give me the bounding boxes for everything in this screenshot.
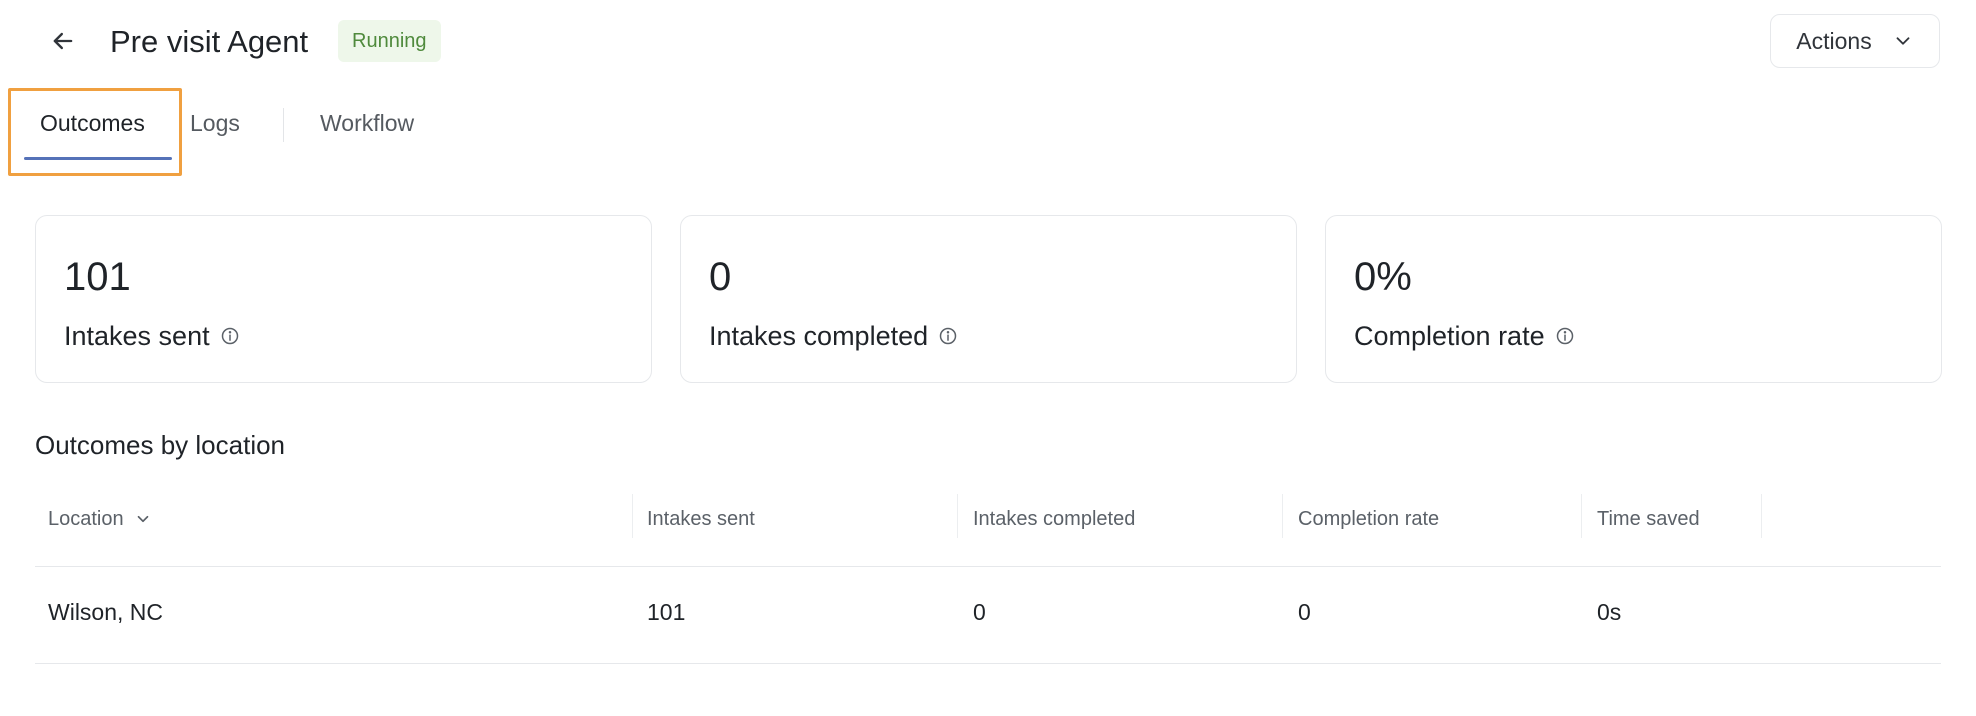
tab-divider: [283, 108, 284, 142]
column-divider: [957, 494, 958, 538]
outcomes-table: Location Intakes sent Intakes completed …: [35, 490, 1941, 664]
stat-label: Intakes completed: [709, 319, 958, 353]
cell-intakes-sent: 101: [647, 599, 686, 625]
column-divider: [632, 494, 633, 538]
arrow-left-icon: [53, 32, 73, 50]
stat-label-text: Intakes sent: [64, 321, 210, 351]
stat-label-text: Completion rate: [1354, 321, 1545, 351]
section-title: Outcomes by location: [35, 430, 286, 460]
info-icon[interactable]: [220, 326, 240, 346]
table-row[interactable]: Wilson, NC 101 0 0 0s: [35, 567, 1941, 664]
active-tab-indicator: [24, 157, 172, 160]
actions-button[interactable]: Actions: [1770, 14, 1940, 68]
column-divider: [1581, 494, 1582, 538]
info-icon[interactable]: [1555, 326, 1575, 346]
tab-workflow[interactable]: Workflow: [320, 108, 414, 138]
column-header-location[interactable]: Location: [48, 506, 152, 532]
cell-completion-rate: 0: [1298, 599, 1311, 625]
tab-logs[interactable]: Logs: [190, 108, 240, 138]
table-header: Location Intakes sent Intakes completed …: [35, 490, 1941, 567]
stat-value: 101: [64, 255, 131, 299]
cell-location: Wilson, NC: [48, 599, 164, 625]
chevron-down-icon: [1896, 37, 1910, 45]
page-header: Pre visit Agent Running Actions: [0, 0, 1976, 86]
stat-value: 0: [709, 255, 732, 299]
tab-bar: Outcomes Logs Workflow: [0, 86, 600, 176]
stat-card-completion-rate: 0% Completion rate: [1325, 215, 1942, 383]
stat-label: Intakes sent: [64, 319, 240, 353]
tab-outcomes[interactable]: Outcomes: [40, 108, 145, 138]
column-divider: [1761, 494, 1762, 538]
stat-card-intakes-sent: 101 Intakes sent: [35, 215, 652, 383]
chevron-down-icon: [137, 515, 148, 523]
stat-label: Completion rate: [1354, 319, 1575, 353]
column-header-intakes-completed: Intakes completed: [973, 508, 1136, 530]
column-header-intakes-sent: Intakes sent: [647, 508, 755, 530]
column-header-label: Location: [48, 508, 124, 530]
column-divider: [1282, 494, 1283, 538]
cell-intakes-completed: 0: [973, 599, 986, 625]
agent-outcomes-page: Pre visit Agent Running Actions Outcomes…: [0, 0, 1976, 716]
column-header-time-saved: Time saved: [1597, 508, 1700, 530]
cell-time-saved: 0s: [1597, 599, 1622, 625]
stat-card-intakes-completed: 0 Intakes completed: [680, 215, 1297, 383]
page-title: Pre visit Agent: [110, 24, 309, 59]
stat-value: 0%: [1354, 255, 1412, 299]
status-badge: Running: [338, 20, 441, 62]
column-header-completion-rate: Completion rate: [1298, 508, 1440, 530]
actions-button-label: Actions: [1796, 27, 1872, 54]
info-icon[interactable]: [938, 326, 958, 346]
back-button[interactable]: [44, 22, 82, 60]
stat-label-text: Intakes completed: [709, 321, 929, 351]
